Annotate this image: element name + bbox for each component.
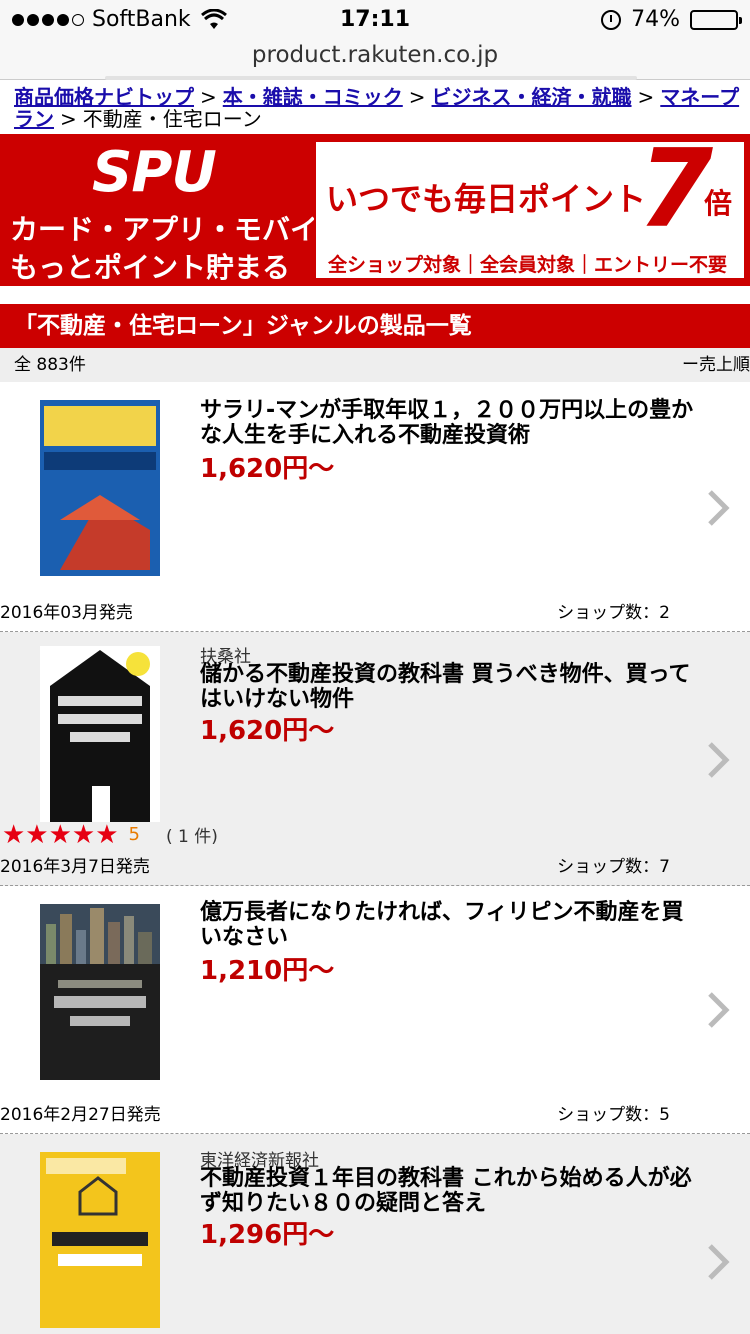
url-bar[interactable]: product.rakuten.co.jp	[0, 40, 750, 80]
banner-offer-bai: 倍	[704, 187, 733, 220]
shop-count: ショップ数：5	[557, 1105, 670, 1125]
product-price: 1,296円〜	[200, 1220, 335, 1250]
status-bar: SoftBank 17:11 74%	[0, 0, 750, 40]
chevron-right-icon[interactable]	[706, 990, 730, 1030]
release-date: 2016年2月27日発売	[0, 1105, 161, 1125]
result-count-bar: 全 883件 ー売上順	[0, 348, 750, 382]
banner-offer-seven: 7	[638, 127, 714, 252]
breadcrumb: 商品価格ナビトップ > 本・雑誌・コミック > ビジネス・経済・就職 > マネープラン > 不動…	[14, 86, 740, 130]
breadcrumb-current: 不動産・住宅ローン	[82, 107, 262, 131]
product-row[interactable]: 東洋経済新報社 不動産投資１年目の教科書 これから始める人が必ず知りたい８０の疑…	[0, 1134, 750, 1334]
product-title[interactable]: 億万長者になりたければ、フィリピン不動産を買いなさい	[200, 900, 700, 950]
rating-stars: ★★★★★	[2, 819, 119, 850]
release-date: 2016年03月発売	[0, 603, 133, 623]
result-count: 全 883件	[14, 355, 86, 375]
url-text: product.rakuten.co.jp	[251, 42, 499, 68]
battery-icon	[690, 9, 742, 30]
breadcrumb-link-books[interactable]: 本・雑誌・コミック	[223, 85, 403, 109]
release-date: 2016年3月7日発売	[0, 857, 150, 877]
banner-offer-head: いつでも毎日ポイント	[326, 180, 647, 218]
product-thumbnail	[40, 400, 160, 576]
breadcrumb-separator: >	[408, 85, 426, 109]
breadcrumb-link-business[interactable]: ビジネス・経済・就職	[432, 85, 632, 109]
breadcrumb-link-top[interactable]: 商品価格ナビトップ	[14, 85, 194, 109]
shop-count: ショップ数：2	[557, 603, 670, 623]
chevron-right-icon[interactable]	[706, 488, 730, 528]
product-price: 1,210円〜	[200, 956, 335, 986]
page-load-indicator	[105, 76, 637, 80]
sort-selector[interactable]: ー売上順	[682, 348, 750, 382]
breadcrumb-separator: >	[200, 85, 217, 109]
product-title[interactable]: 儲かる不動産投資の教科書 買うべき物件、買ってはいけない物件	[200, 662, 700, 712]
breadcrumb-separator: >	[637, 85, 655, 109]
chevron-right-icon[interactable]	[706, 1242, 730, 1282]
product-row[interactable]: 億万長者になりたければ、フィリピン不動産を買いなさい 1,210円〜 2016年…	[0, 886, 750, 1134]
rating[interactable]: ★★★★★ 5 ( 1 件)	[2, 819, 218, 850]
shop-count: ショップ数：7	[557, 857, 670, 877]
product-row[interactable]: 扶桑社 儲かる不動産投資の教科書 買うべき物件、買ってはいけない物件 1,620…	[0, 632, 750, 886]
review-count[interactable]: ( 1 件)	[166, 822, 218, 847]
rating-score: 5	[128, 824, 140, 845]
product-row[interactable]: サラリ-マンが手取年収１，２００万円以上の豊かな人生を手に入れる不動産投資術 1…	[0, 382, 750, 632]
product-thumbnail	[40, 1152, 160, 1328]
alarm-icon	[601, 9, 622, 30]
genre-header: 「不動産・住宅ローン」ジャンルの製品一覧	[0, 304, 750, 348]
banner-offer-box: いつでも毎日ポイント 7 倍 全ショップ対象｜全会員対象｜エントリー不要	[314, 136, 746, 280]
breadcrumb-separator: >	[60, 107, 77, 131]
spu-banner[interactable]: SPU カード・アプリ・モバイルで もっとポイント貯まる いつでも毎日ポイント …	[0, 134, 750, 286]
product-thumbnail	[40, 646, 160, 822]
product-title[interactable]: 不動産投資１年目の教科書 これから始める人が必ず知りたい８０の疑問と答え	[200, 1166, 700, 1216]
product-price: 1,620円〜	[200, 454, 335, 484]
spu-logo: SPU	[92, 140, 217, 205]
banner-offer-sub: 全ショップ対象｜全会員対象｜エントリー不要	[328, 254, 728, 276]
status-right: 74%	[601, 7, 742, 32]
chevron-right-icon[interactable]	[706, 740, 730, 780]
product-thumbnail	[40, 904, 160, 1080]
product-title[interactable]: サラリ-マンが手取年収１，２００万円以上の豊かな人生を手に入れる不動産投資術	[200, 398, 700, 448]
banner-line2: もっとポイント貯まる	[10, 251, 291, 284]
battery-percent: 74%	[631, 7, 680, 32]
product-price: 1,620円〜	[200, 716, 335, 746]
